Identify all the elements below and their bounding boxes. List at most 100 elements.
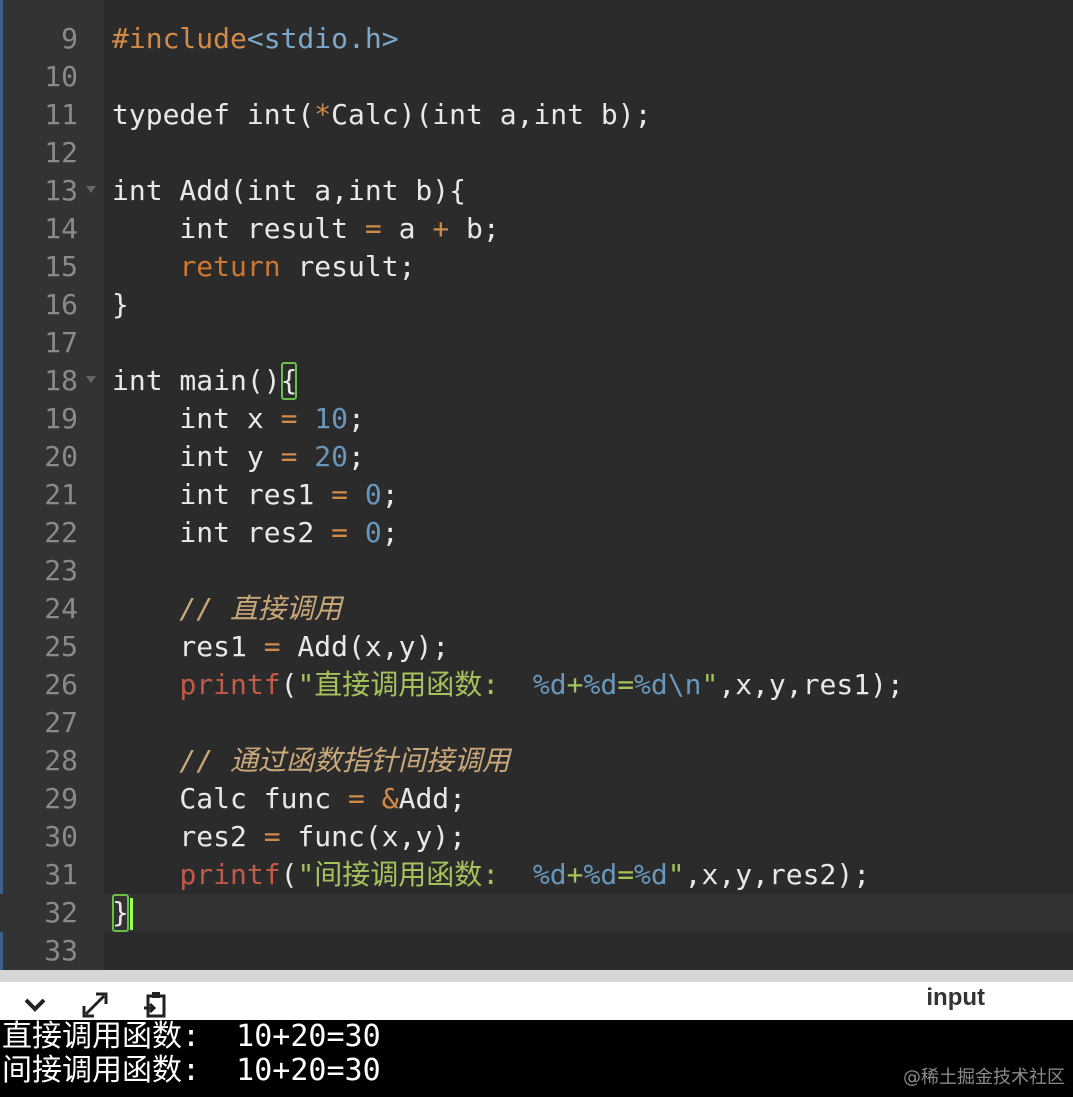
code-text[interactable]: }	[112, 894, 133, 932]
code-line[interactable]: 15 return result;	[0, 248, 1073, 286]
input-label[interactable]: input	[926, 984, 985, 1012]
code-line[interactable]: 17	[0, 324, 1073, 362]
code-line[interactable]: 23	[0, 552, 1073, 590]
code-line[interactable]: 14 int result = a + b;	[0, 210, 1073, 248]
token-include-path: <stdio.h>	[246, 22, 399, 55]
code-line[interactable]: 18 int main(){	[0, 362, 1073, 400]
line-number: 18	[44, 364, 78, 397]
token-operator: =	[263, 630, 281, 663]
code-line-active[interactable]: 32 }	[0, 894, 1073, 932]
code-line[interactable]: 27	[0, 704, 1073, 742]
line-number: 24	[44, 592, 78, 625]
code-line[interactable]: 30 res2 = func(x,y);	[0, 818, 1073, 856]
token-code: typedef int(	[112, 98, 315, 131]
code-line[interactable]: 28 // 通过函数指针间接调用	[0, 742, 1073, 780]
token-number: 0	[364, 478, 382, 511]
code-text[interactable]: res1 = Add(x,y);	[112, 628, 449, 666]
token-paren: (	[280, 858, 298, 891]
line-number: 13	[44, 174, 78, 207]
code-text[interactable]: res2 = func(x,y);	[112, 818, 466, 856]
code-line[interactable]: 24 // 直接调用	[0, 590, 1073, 628]
code-text[interactable]: return result;	[112, 248, 415, 286]
token-string: "	[701, 668, 719, 701]
code-line[interactable]: 12	[0, 134, 1073, 172]
line-number: 23	[44, 554, 78, 587]
token-operator: &	[381, 782, 399, 815]
folded-region-marker	[112, 0, 1072, 4]
token-format: %d	[532, 858, 567, 891]
token-operator: =	[331, 516, 349, 549]
token-code: ,x,y,res2);	[684, 858, 871, 891]
code-comment[interactable]: // 通过函数指针间接调用	[112, 742, 510, 780]
token-string: +	[566, 668, 584, 701]
token-function: printf	[179, 858, 281, 891]
code-line[interactable]: 13 int Add(int a,int b){	[0, 172, 1073, 210]
token-operator: +	[432, 212, 450, 245]
code-text[interactable]: }	[112, 286, 129, 324]
code-text[interactable]: int res2 = 0;	[112, 514, 399, 552]
token-code: ;	[348, 402, 365, 435]
token-code: ;	[381, 516, 399, 549]
code-text[interactable]: int y = 20;	[112, 438, 364, 476]
token-keyword: return	[179, 250, 281, 283]
code-line[interactable]: 9 #include<stdio.h>	[0, 20, 1073, 58]
line-number: 27	[44, 706, 78, 739]
clipboard-icon[interactable]	[138, 988, 172, 1022]
fold-toggle-icon[interactable]	[86, 376, 96, 383]
line-number: 19	[44, 402, 78, 435]
token-code: a	[381, 212, 433, 245]
token-code: ,x,y,res1);	[718, 668, 904, 701]
code-text[interactable]: Calc func = &Add;	[112, 780, 466, 818]
watermark: @稀土掘金技术社区	[903, 1067, 1065, 1088]
token-code: res1	[112, 630, 264, 663]
code-line[interactable]: 11 typedef int(*Calc)(int a,int b);	[0, 96, 1073, 134]
token-number: 10	[314, 402, 349, 435]
token-code: Calc)(int a,int b);	[331, 98, 652, 131]
token-number: 20	[314, 440, 349, 473]
token-operator: =	[280, 402, 298, 435]
code-line[interactable]: 33	[0, 932, 1073, 970]
code-line[interactable]: 10	[0, 58, 1073, 96]
fold-toggle-icon[interactable]	[86, 186, 96, 193]
code-line[interactable]: 20 int y = 20;	[0, 438, 1073, 476]
token-operator: =	[280, 440, 298, 473]
code-editor[interactable]: 9 #include<stdio.h> 10 11 typedef int(*C…	[0, 0, 1073, 970]
token-format: %d	[583, 858, 618, 891]
code-line[interactable]: 22 int res2 = 0;	[0, 514, 1073, 552]
token-code: b;	[449, 212, 500, 245]
code-text[interactable]: printf("间接调用函数: %d+%d=%d",x,y,res2);	[112, 856, 870, 894]
code-text[interactable]: int result = a + b;	[112, 210, 500, 248]
token-code: int res2	[112, 516, 332, 549]
code-text[interactable]: typedef int(*Calc)(int a,int b);	[112, 96, 651, 134]
code-text[interactable]: int main(){	[112, 362, 298, 400]
code-comment[interactable]: // 直接调用	[112, 590, 342, 628]
code-line[interactable]: 19 int x = 10;	[0, 400, 1073, 438]
token-paren: (	[280, 668, 298, 701]
code-line[interactable]: 25 res1 = Add(x,y);	[0, 628, 1073, 666]
token-code: Add;	[398, 782, 467, 815]
code-line[interactable]: 16 }	[0, 286, 1073, 324]
code-text[interactable]: #include<stdio.h>	[112, 20, 399, 58]
code-text[interactable]: int x = 10;	[112, 400, 365, 438]
token-string: =	[617, 668, 635, 701]
token-code: int main()	[112, 364, 281, 397]
code-text[interactable]: printf("直接调用函数: %d+%d=%d\n",x,y,res1);	[112, 666, 904, 704]
token-code: func(x,y);	[280, 820, 467, 853]
code-line[interactable]: 29 Calc func = &Add;	[0, 780, 1073, 818]
code-line[interactable]: 21 int res1 = 0;	[0, 476, 1073, 514]
token-code: int y	[112, 440, 281, 473]
token-code: Add(x,y);	[280, 630, 450, 663]
chevron-down-icon[interactable]	[18, 988, 52, 1022]
expand-arrows-icon[interactable]	[78, 988, 112, 1022]
console-line: 间接调用函数: 10+20=30	[2, 1053, 381, 1088]
code-text[interactable]: int Add(int a,int b){	[112, 172, 466, 210]
console-toolbar: input	[0, 970, 1073, 1020]
code-text[interactable]: int res1 = 0;	[112, 476, 398, 514]
code-line[interactable]: 31 printf("间接调用函数: %d+%d=%d",x,y,res2);	[0, 856, 1073, 894]
token-directive: #include	[112, 22, 247, 55]
code-line[interactable]: 26 printf("直接调用函数: %d+%d=%d\n",x,y,res1)…	[0, 666, 1073, 704]
